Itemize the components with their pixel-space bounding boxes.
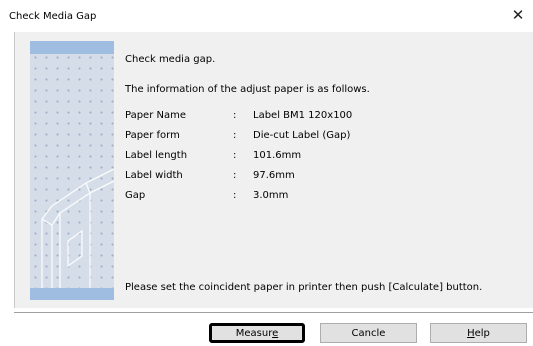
illustration-bottom-bar [30, 288, 114, 300]
row-label: Paper form [125, 130, 180, 141]
help-label: elp [474, 328, 490, 339]
row-colon: : [233, 150, 237, 161]
instruction-text: Please set the coincident paper in print… [125, 282, 483, 293]
close-icon[interactable]: ✕ [509, 6, 527, 24]
printer-illustration [30, 41, 114, 300]
row-colon: : [233, 110, 237, 121]
row-value: Die-cut Label (Gap) [253, 130, 351, 141]
row-label: Label length [125, 150, 188, 161]
row-label: Gap [125, 190, 146, 201]
row-value: 3.0mm [253, 190, 289, 201]
row-label: Label width [125, 170, 183, 181]
measure-label: Measur [235, 328, 273, 339]
cancle-button[interactable]: Cancle [320, 323, 417, 343]
check-media-gap-dialog: Check Media Gap ✕ Check media gap. The i… [0, 0, 533, 346]
row-value: 97.6mm [253, 170, 295, 181]
button-separator [14, 312, 533, 314]
printer-outline-icon [41, 168, 114, 291]
title-bar: Check Media Gap ✕ [0, 0, 533, 30]
row-value: 101.6mm [253, 150, 302, 161]
measure-accelerator: e [272, 328, 279, 339]
help-accelerator: H [467, 328, 475, 339]
row-value: Label BM1 120x100 [253, 110, 353, 121]
measure-button[interactable]: Measure [209, 323, 305, 343]
heading-text: Check media gap. [125, 54, 216, 65]
window-title: Check Media Gap [9, 11, 97, 22]
intro-text: The information of the adjust paper is a… [125, 84, 370, 95]
row-colon: : [233, 190, 237, 201]
row-colon: : [233, 130, 237, 141]
row-label: Paper Name [125, 110, 187, 121]
row-colon: : [233, 170, 237, 181]
help-button[interactable]: Help [430, 323, 527, 343]
